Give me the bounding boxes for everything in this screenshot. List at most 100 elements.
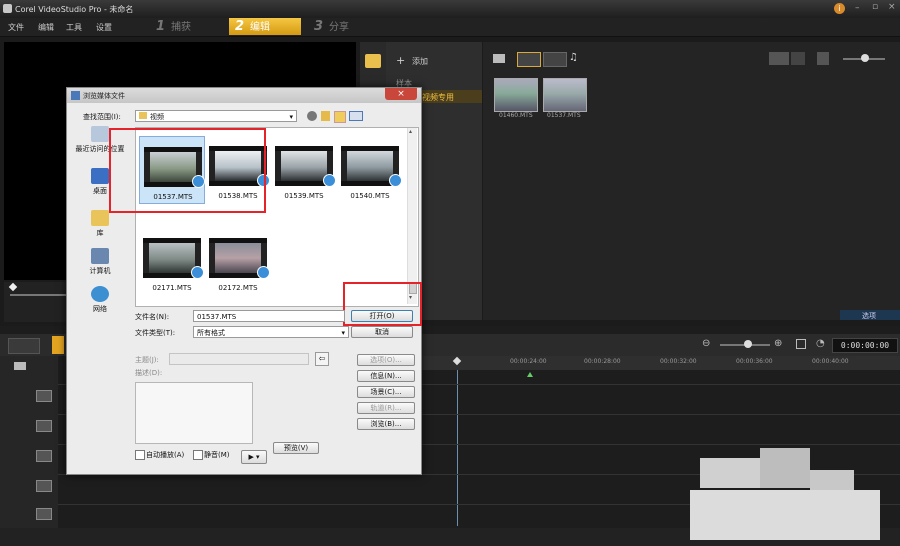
- grid-view-icon[interactable]: [791, 52, 805, 65]
- play-button[interactable]: ▶ ▾: [241, 450, 267, 464]
- file-item[interactable]: 01539.MTS: [271, 136, 337, 204]
- new-folder-icon[interactable]: [334, 111, 346, 123]
- cancel-button[interactable]: 取消: [351, 326, 413, 338]
- playhead-line: [457, 370, 458, 526]
- lookin-select[interactable]: 视频 ▾: [135, 110, 297, 122]
- chevron-down-icon: ▾: [341, 329, 345, 337]
- ruler-tick: 00:00:24:00: [510, 358, 547, 365]
- filename-field[interactable]: 01537.MTS: [193, 310, 345, 322]
- highlight-box-files: [109, 128, 266, 213]
- preview-button[interactable]: 预览(V): [273, 442, 319, 454]
- scrubber-handle[interactable]: [8, 282, 18, 292]
- blurred-watermark: [700, 458, 760, 488]
- blurred-watermark: [690, 490, 880, 540]
- clip-label: 01460.MTS: [499, 112, 533, 119]
- menu-edit[interactable]: 编辑: [38, 22, 54, 33]
- photo-filter-icon[interactable]: [543, 52, 567, 67]
- network-icon: [91, 286, 109, 302]
- zoom-handle[interactable]: [861, 54, 869, 62]
- mute-checkbox[interactable]: [193, 450, 203, 460]
- step-share[interactable]: 3 分享: [308, 18, 380, 35]
- video-badge-icon: [191, 266, 204, 279]
- options-tab[interactable]: 选项: [840, 310, 900, 320]
- list-view-icon[interactable]: [769, 52, 789, 65]
- place-computer[interactable]: 计算机: [70, 248, 130, 276]
- ruler-tick: 00:00:36:00: [736, 358, 773, 365]
- libraries-icon: [91, 210, 109, 226]
- sort-icon[interactable]: [817, 52, 829, 65]
- blurred-watermark: [760, 448, 810, 488]
- title-track-icon: [36, 450, 52, 462]
- back-arrow-icon[interactable]: ⇦: [315, 352, 329, 366]
- overlay-track-icon: [36, 420, 52, 432]
- file-list-scrollbar[interactable]: ▴ ▾: [407, 128, 417, 304]
- place-label: 计算机: [89, 267, 111, 275]
- step-label: 捕获: [171, 22, 192, 33]
- scroll-up-icon[interactable]: ▴: [409, 128, 412, 135]
- tracks-button[interactable]: 轨道(R)...: [357, 402, 415, 414]
- close-icon[interactable]: ×: [888, 2, 896, 12]
- place-label: 桌面: [93, 187, 107, 195]
- maximize-icon[interactable]: ▫: [872, 2, 878, 12]
- dialog-app-icon: [71, 91, 80, 100]
- place-libraries[interactable]: 库: [70, 210, 130, 238]
- options-button[interactable]: 选项(O)...: [357, 354, 415, 366]
- info-button[interactable]: 信息(N)...: [357, 370, 415, 382]
- step-label: 编辑: [250, 22, 271, 33]
- storyboard-view-icon[interactable]: [8, 338, 40, 354]
- add-icon[interactable]: +: [396, 54, 405, 67]
- description-field[interactable]: [135, 382, 253, 444]
- menu-settings[interactable]: 设置: [96, 22, 112, 33]
- audio-filter-icon[interactable]: ♫: [569, 52, 587, 65]
- timeline-zoom-handle[interactable]: [744, 340, 752, 348]
- folder-icon[interactable]: [493, 54, 505, 63]
- place-network[interactable]: 网络: [70, 286, 130, 314]
- subject-label: 主题(J):: [135, 356, 159, 364]
- video-thumbnail: [341, 146, 402, 187]
- file-name: 01539.MTS: [284, 192, 324, 200]
- file-name: 02171.MTS: [152, 284, 192, 292]
- window-title: Corel VideoStudio Pro - 未命名: [15, 5, 134, 14]
- video-filter-icon[interactable]: [517, 52, 541, 67]
- step-number: 1: [156, 19, 166, 34]
- menu-tools[interactable]: 工具: [66, 22, 82, 33]
- file-item[interactable]: 02172.MTS: [205, 228, 271, 296]
- scenes-button[interactable]: 场景(C)...: [357, 386, 415, 398]
- zoom-in-icon[interactable]: ⊕: [774, 338, 782, 349]
- file-item[interactable]: 02171.MTS: [139, 228, 205, 296]
- nav-item-video: 视频专用: [422, 93, 454, 102]
- autoplay-label: 自动播放(A): [146, 451, 185, 459]
- menu-file[interactable]: 文件: [8, 22, 24, 33]
- video-badge-icon: [257, 266, 270, 279]
- info-icon[interactable]: i: [834, 3, 845, 14]
- timecode-display[interactable]: 0:00:00:00: [832, 338, 898, 353]
- browse-button[interactable]: 浏览(B)...: [357, 418, 415, 430]
- add-folder-button[interactable]: 添加: [412, 56, 428, 67]
- clip-thumbnail[interactable]: [494, 78, 538, 112]
- step-edit[interactable]: 2 编辑: [229, 18, 301, 35]
- clip-thumbnail[interactable]: [543, 78, 587, 112]
- mute-label: 静音(M): [204, 451, 230, 459]
- minimize-icon[interactable]: –: [855, 3, 860, 13]
- view-menu-icon[interactable]: [349, 111, 363, 121]
- ruler-tick: 00:00:32:00: [660, 358, 697, 365]
- timeline-view-icon[interactable]: [52, 336, 64, 354]
- back-icon[interactable]: [307, 111, 317, 121]
- zoom-out-icon[interactable]: ⊖: [702, 338, 710, 349]
- step-label: 分享: [329, 22, 350, 33]
- step-capture[interactable]: 1 捕获: [150, 18, 222, 35]
- autoplay-checkbox[interactable]: [135, 450, 145, 460]
- up-folder-icon[interactable]: [321, 111, 330, 121]
- fit-icon[interactable]: [796, 339, 806, 349]
- media-icon[interactable]: [365, 54, 381, 68]
- recent-places-icon: [91, 126, 109, 142]
- file-name: 01540.MTS: [350, 192, 390, 200]
- trim-bar[interactable]: [10, 294, 70, 296]
- file-item[interactable]: 01540.MTS: [337, 136, 403, 204]
- track-manager-icon[interactable]: [14, 362, 26, 370]
- subject-field[interactable]: [169, 353, 309, 365]
- file-name: 02172.MTS: [218, 284, 258, 292]
- open-button[interactable]: 打开(O): [351, 310, 413, 322]
- dialog-close-icon[interactable]: ×: [385, 88, 417, 100]
- filetype-select[interactable]: 所有格式 ▾: [193, 326, 349, 338]
